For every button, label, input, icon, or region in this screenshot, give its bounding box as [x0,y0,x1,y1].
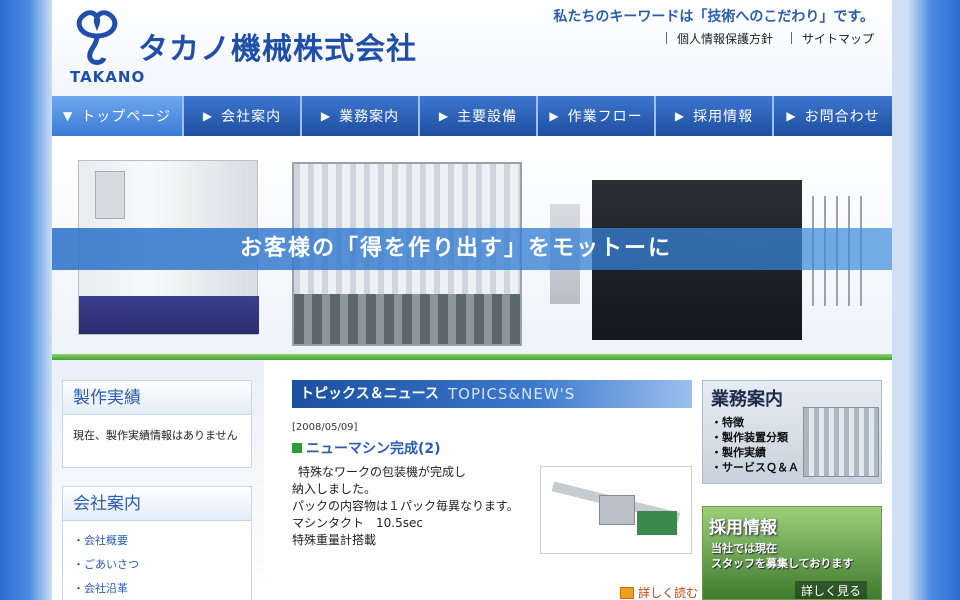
right-sidebar: 業務案内 ・特徴 ・製作装置分類 ・製作実績 ・サービスＱ＆Ａ 採用情報 当社で… [700,360,892,600]
machine-base [294,294,520,344]
arrow-right-icon: ▶ [674,109,686,123]
topics-heading: トピックス＆ニュース [300,386,439,402]
business-banner-list: ・特徴 ・製作装置分類 ・製作実績 ・サービスＱ＆Ａ [711,415,799,475]
business-banner[interactable]: 業務案内 ・特徴 ・製作装置分類 ・製作実績 ・サービスＱ＆Ａ [702,380,882,484]
nav-label: 主要設備 [457,109,518,125]
recruit-banner[interactable]: 採用情報 当社では現在 スタッフを募集しております 詳しく見る [702,506,882,600]
company-logo-icon[interactable] [66,6,128,68]
machine-image [803,407,879,477]
achievements-box: 製作実績 現在、製作実績情報はありません [62,380,252,468]
company-box-title[interactable]: 会社案内 [63,487,251,521]
nav-label: トップページ [81,109,171,125]
company-link-greeting[interactable]: ・ごあいさつ [73,553,241,577]
machine-panel [95,171,125,219]
nav-label: 業務案内 [339,109,400,125]
header: TAKANO タカノ機械株式会社 私たちのキーワードは「技術へのこだわり」です。… [52,0,892,96]
nav-workflow[interactable]: ▶ 作業フロー [538,96,656,136]
nav-company[interactable]: ▶ 会社案内 [184,96,302,136]
hero-banner: お客様の「得を作り出す」をモットーに [52,136,892,358]
recruit-subtitle-line: 当社では現在 [711,542,777,555]
recruit-more-button[interactable]: 詳しく見る [795,581,868,599]
nav-top-page[interactable]: ▼ トップページ [52,96,184,136]
arrow-right-icon: ▶ [202,109,214,123]
business-banner-item: ・サービスＱ＆Ａ [711,461,799,474]
news-section: トピックス＆ニュース TOPICS&NEW'S [2008/05/09] ニュー… [264,360,700,600]
company-box: 会社案内 ・会社概要 ・ごあいさつ ・会社沿革 [62,486,252,600]
news-date: [2008/05/09] [292,422,358,433]
sitemap-link[interactable]: サイトマップ [802,30,874,47]
nav-equipment[interactable]: ▶ 主要設備 [420,96,538,136]
business-banner-item: ・製作装置分類 [711,431,788,444]
business-banner-item: ・製作実績 [711,446,766,459]
machine-unit [637,511,677,535]
achievements-text: 現在、製作実績情報はありません [73,429,238,442]
bullet-square-icon [292,443,302,453]
chevron-down-icon: ▼ [63,109,74,123]
news-line: パックの内容物は１パック毎異なります。 [292,499,519,513]
logo-text: TAKANO [70,68,146,86]
read-more-label: 詳しく読む [638,586,699,600]
company-link-history[interactable]: ・会社沿革 [73,577,241,600]
machine-base [79,296,259,334]
divider [665,32,667,44]
nav-business[interactable]: ▶ 業務案内 [302,96,420,136]
utility-links: 個人情報保護方針 サイトマップ [648,30,874,47]
page: TAKANO タカノ機械株式会社 私たちのキーワードは「技術へのこだわり」です。… [52,0,892,600]
nav-recruit[interactable]: ▶ 採用情報 [656,96,774,136]
recruit-banner-title: 採用情報 [709,518,777,538]
keyword-tagline: 私たちのキーワードは「技術へのこだわり」です。 [553,9,874,25]
news-line: マシンタクト 10.5sec [292,516,423,530]
left-sidebar: 製作実績 現在、製作実績情報はありません 会社案内 ・会社概要 ・ごあいさつ ・… [52,360,264,600]
news-title-text: ニューマシン完成(2) [306,441,441,457]
recruit-banner-subtitle: 当社では現在 スタッフを募集しております [711,541,853,571]
nav-contact[interactable]: ▶ お問合わせ [774,96,892,136]
news-machine-image[interactable] [540,466,692,554]
nav-label: 作業フロー [567,109,643,125]
divider [790,32,792,44]
arrow-right-icon: ▶ [438,109,450,123]
arrow-right-icon: ▶ [549,109,560,123]
main-nav: ▼ トップページ ▶ 会社案内 ▶ 業務案内 ▶ 主要設備 ▶ 作業フロー ▶ … [52,96,892,136]
machine-unit [599,495,635,525]
achievements-title[interactable]: 製作実績 [63,381,251,415]
arrow-right-icon: ▶ [786,109,797,123]
news-body: 特殊なワークの包装機が完成し 納入しました。 パックの内容物は１パック毎異なりま… [292,464,538,549]
topics-heading-en: TOPICS&NEW'S [448,385,576,403]
hero-slogan: お客様の「得を作り出す」をモットーに [240,236,673,261]
news-line: 納入しました。 [292,482,377,496]
news-line: 特殊重量計搭載 [292,533,377,547]
company-link-overview[interactable]: ・会社概要 [73,529,241,553]
company-links: ・会社概要 ・ごあいさつ ・会社沿革 [63,521,251,600]
nav-label: お問合わせ [804,109,880,125]
arrow-right-icon: ▶ [320,109,332,123]
privacy-policy-link[interactable]: 個人情報保護方針 [677,30,773,47]
company-name[interactable]: タカノ機械株式会社 [138,24,417,68]
business-banner-item: ・特徴 [711,416,744,429]
document-icon [620,586,634,599]
news-title[interactable]: ニューマシン完成(2) [292,438,441,458]
news-line: 特殊なワークの包装機が完成し [298,465,467,479]
recruit-subtitle-line: スタッフを募集しております [711,557,854,570]
nav-label: 会社案内 [221,109,282,125]
read-more-link[interactable]: 詳しく読む [620,584,698,600]
business-banner-title: 業務案内 [711,389,783,410]
nav-label: 採用情報 [693,109,754,125]
